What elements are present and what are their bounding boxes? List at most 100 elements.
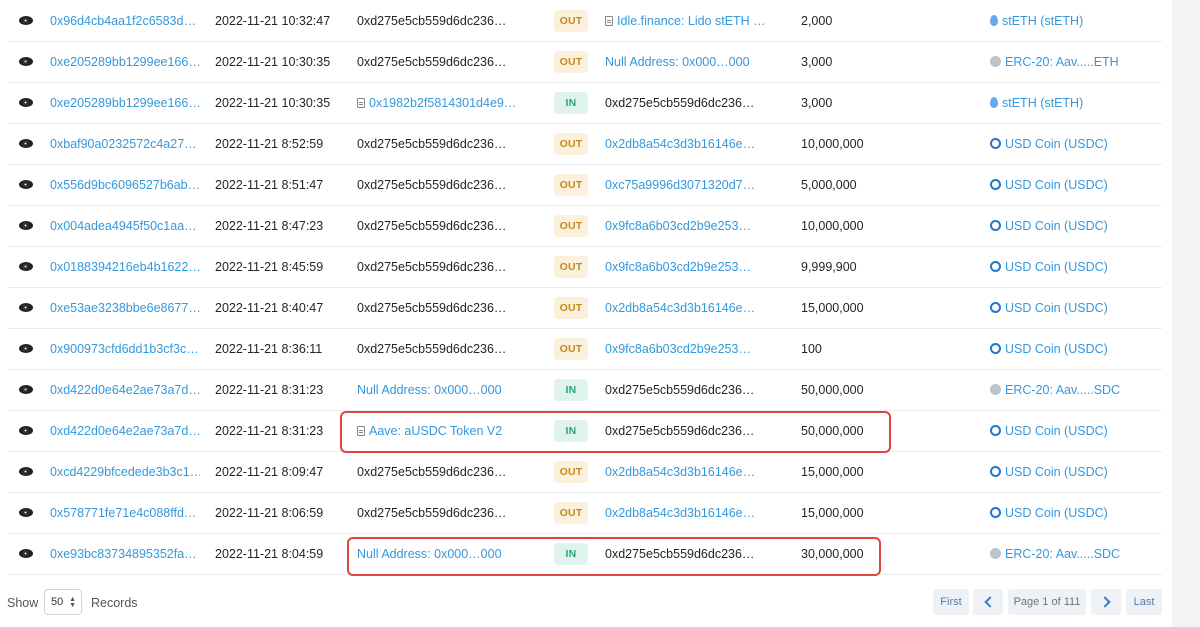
view-details-button[interactable] <box>16 0 36 41</box>
txn-time-text: 2022-11-21 8:31:23 <box>215 423 324 438</box>
last-page-button[interactable]: Last <box>1126 589 1162 615</box>
view-details-button[interactable] <box>16 246 36 287</box>
view-details-button[interactable] <box>16 82 36 123</box>
previous-page-button[interactable] <box>973 589 1003 615</box>
token-link[interactable]: stETH (stETH) <box>990 82 1160 123</box>
eye-icon <box>19 508 33 517</box>
table-row: 0x96d4cb4aa1f2c6583d… 2022-11-21 10:32:47… <box>8 0 1162 42</box>
token-link[interactable]: USD Coin (USDC) <box>990 287 1160 328</box>
to-address-link[interactable]: Null Address: 0x000…000 <box>605 41 765 82</box>
eye-icon <box>19 467 33 476</box>
direction-cell: IN <box>553 369 589 410</box>
txn-hash-link[interactable]: 0x0188394216eb4b1622… <box>50 246 200 287</box>
view-details-button[interactable] <box>16 410 36 451</box>
steth-icon <box>990 15 998 26</box>
from-address-text: 0xd275e5cb559d6dc236… <box>357 177 507 192</box>
txn-hash-link[interactable]: 0x96d4cb4aa1f2c6583d… <box>50 0 200 41</box>
eye-icon <box>19 221 33 230</box>
token-link[interactable]: ERC-20: Aav.....ETH <box>990 41 1160 82</box>
txn-hash-link[interactable]: 0x578771fe71e4c088ffd… <box>50 492 200 533</box>
table-row: 0xe205289bb1299ee166… 2022-11-21 10:30:35… <box>8 41 1162 83</box>
to-address-link[interactable]: 0x2db8a54c3d3b16146e… <box>605 287 765 328</box>
view-details-button[interactable] <box>16 369 36 410</box>
first-page-button[interactable]: First <box>933 589 969 615</box>
to-address-link[interactable]: 0x9fc8a6b03cd2b9e253… <box>605 205 765 246</box>
txn-hash: 0x0188394216eb4b1622… <box>50 259 200 274</box>
to-address: 0xd275e5cb559d6dc236… <box>605 533 765 574</box>
token-link[interactable]: ERC-20: Aav.....SDC <box>990 369 1160 410</box>
from-address-text: 0xd275e5cb559d6dc236… <box>357 136 507 151</box>
txn-hash-link[interactable]: 0xcd4229bfcedede3b3c1… <box>50 451 200 492</box>
from-address-link[interactable]: Aave: aUSDC Token V2 <box>357 410 517 451</box>
token-link[interactable]: USD Coin (USDC) <box>990 451 1160 492</box>
txn-hash-link[interactable]: 0x900973cfd6dd1b3cf3c… <box>50 328 200 369</box>
txn-time-text: 2022-11-21 10:30:35 <box>215 95 331 110</box>
txn-time-text: 2022-11-21 10:32:47 <box>215 13 331 28</box>
token-link[interactable]: stETH (stETH) <box>990 0 1160 41</box>
to-address-link[interactable]: 0x2db8a54c3d3b16146e… <box>605 123 765 164</box>
page-info: Page 1 of 111 <box>1008 589 1086 615</box>
to-address: 0xd275e5cb559d6dc236… <box>605 369 765 410</box>
direction-cell: OUT <box>553 492 589 533</box>
to-address-link[interactable]: 0xc75a9996d3071320d7… <box>605 164 765 205</box>
txn-hash-link[interactable]: 0xe205289bb1299ee166… <box>50 41 200 82</box>
txn-time-text: 2022-11-21 8:04:59 <box>215 546 324 561</box>
direction-badge: IN <box>554 91 588 114</box>
quantity-text: 15,000,000 <box>801 300 864 315</box>
page-size-select[interactable]: 50 ▲ ▼ <box>44 589 82 615</box>
view-details-button[interactable] <box>16 164 36 205</box>
eye-icon <box>19 262 33 271</box>
table-row: 0xe53ae3238bbe6e8677… 2022-11-21 8:40:47 0… <box>8 287 1162 329</box>
from-address-link[interactable]: Null Address: 0x000…000 <box>357 533 517 574</box>
token-link[interactable]: USD Coin (USDC) <box>990 123 1160 164</box>
view-details-button[interactable] <box>16 123 36 164</box>
contract-document-icon <box>357 425 365 436</box>
txn-hash: 0xd422d0e64e2ae73a7d… <box>50 382 200 397</box>
view-details-button[interactable] <box>16 205 36 246</box>
from-address-link[interactable]: 0x1982b2f5814301d4e9… <box>357 82 517 123</box>
token-link[interactable]: USD Coin (USDC) <box>990 164 1160 205</box>
view-details-button[interactable] <box>16 41 36 82</box>
direction-cell: OUT <box>553 451 589 492</box>
to-address-link[interactable]: 0x9fc8a6b03cd2b9e253… <box>605 246 765 287</box>
next-page-button[interactable] <box>1091 589 1121 615</box>
quantity-text: 10,000,000 <box>801 218 864 233</box>
from-address-text: 0x1982b2f5814301d4e9… <box>369 95 517 110</box>
to-address-link[interactable]: 0x9fc8a6b03cd2b9e253… <box>605 328 765 369</box>
txn-hash: 0x96d4cb4aa1f2c6583d… <box>50 13 196 28</box>
direction-cell: IN <box>553 533 589 574</box>
to-address-text: 0xc75a9996d3071320d7… <box>605 177 756 192</box>
to-address-link[interactable]: Idle.finance: Lido stETH … <box>605 0 765 41</box>
token-link[interactable]: USD Coin (USDC) <box>990 410 1160 451</box>
from-address-text: 0xd275e5cb559d6dc236… <box>357 464 507 479</box>
token-link[interactable]: ERC-20: Aav.....SDC <box>990 533 1160 574</box>
token-link[interactable]: USD Coin (USDC) <box>990 246 1160 287</box>
usdc-icon <box>990 507 1001 518</box>
view-details-button[interactable] <box>16 287 36 328</box>
txn-hash-link[interactable]: 0x556d9bc6096527b6ab… <box>50 164 200 205</box>
to-address-link[interactable]: 0x2db8a54c3d3b16146e… <box>605 451 765 492</box>
quantity-text: 9,999,900 <box>801 259 857 274</box>
txn-hash-link[interactable]: 0xe93bc83734895352fa… <box>50 533 200 574</box>
token-name: stETH (stETH) <box>1002 95 1084 110</box>
txn-hash-link[interactable]: 0xe53ae3238bbe6e8677… <box>50 287 200 328</box>
txn-hash-link[interactable]: 0xbaf90a0232572c4a27… <box>50 123 200 164</box>
to-address-text: 0x2db8a54c3d3b16146e… <box>605 505 756 520</box>
txn-hash-link[interactable]: 0xd422d0e64e2ae73a7d… <box>50 369 200 410</box>
token-name: USD Coin (USDC) <box>1005 259 1108 274</box>
txn-hash-link[interactable]: 0xd422d0e64e2ae73a7d… <box>50 410 200 451</box>
view-details-button[interactable] <box>16 492 36 533</box>
view-details-button[interactable] <box>16 328 36 369</box>
to-address-link[interactable]: 0x2db8a54c3d3b16146e… <box>605 492 765 533</box>
view-details-button[interactable] <box>16 533 36 574</box>
view-details-button[interactable] <box>16 451 36 492</box>
from-address-link[interactable]: Null Address: 0x000…000 <box>357 369 517 410</box>
from-address-text: 0xd275e5cb559d6dc236… <box>357 300 507 315</box>
token-link[interactable]: USD Coin (USDC) <box>990 328 1160 369</box>
token-link[interactable]: USD Coin (USDC) <box>990 205 1160 246</box>
txn-hash-link[interactable]: 0xe205289bb1299ee166… <box>50 82 200 123</box>
txn-time-text: 2022-11-21 8:31:23 <box>215 382 324 397</box>
txn-hash: 0xcd4229bfcedede3b3c1… <box>50 464 200 479</box>
txn-hash-link[interactable]: 0x004adea4945f50c1aa… <box>50 205 200 246</box>
token-link[interactable]: USD Coin (USDC) <box>990 492 1160 533</box>
